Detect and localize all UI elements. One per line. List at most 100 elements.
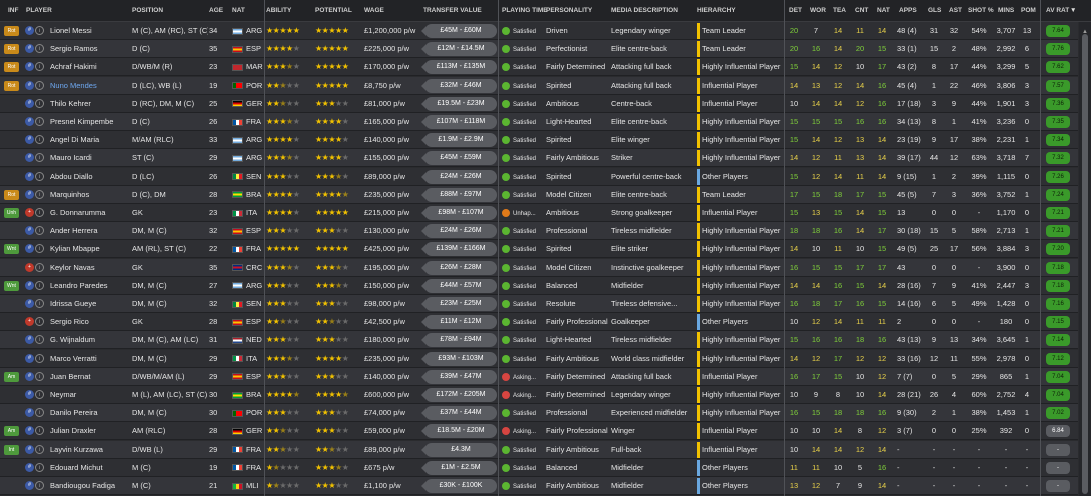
player-name[interactable]: Layvin Kurzawa (50, 441, 132, 459)
col-cnt[interactable]: CNT (855, 0, 868, 22)
info-icon[interactable]: i (35, 135, 44, 145)
col-shot[interactable]: SHOT % (968, 0, 994, 22)
transfer-value[interactable]: £4.3M (421, 442, 497, 457)
transfer-value[interactable]: £24M - £26M (421, 224, 497, 239)
info-icon[interactable]: i (35, 80, 44, 90)
table-row[interactable]: # i G. Wijnaldum DM, M (C), AM (LC) 31 NED ★★★… (0, 331, 1078, 350)
table-row[interactable]: # i Danilo Pereira DM, M (C) 30 POR ★★★★★ ★★★★★… (0, 404, 1078, 423)
info-icon[interactable]: i (35, 335, 44, 345)
info-icon[interactable]: i (35, 189, 44, 199)
transfer-value[interactable]: £24M - £26M (421, 169, 497, 184)
player-name[interactable]: Neymar (50, 386, 132, 404)
status-badge[interactable]: Rot (4, 62, 19, 73)
player-name[interactable]: Sergio Rico (50, 313, 132, 331)
transfer-value[interactable]: £45M - £59M (421, 151, 497, 166)
player-name[interactable]: Danilo Pereira (50, 404, 132, 422)
table-row[interactable]: # i Presnel Kimpembe D (C) 26 FRA ★★★★★ ★★★★★ £1… (0, 113, 1078, 131)
transfer-value[interactable]: £1.9M - £2.9M (421, 133, 497, 148)
transfer-value[interactable]: £172M - £205M (421, 388, 497, 402)
col-media-description[interactable]: MEDIA DESCRIPTION (611, 0, 678, 22)
table-row[interactable]: # i Edouard Michut M (C) 19 FRA ★★★★★ ★★★★★ £675… (0, 458, 1078, 477)
transfer-value[interactable]: £98M - £107M (421, 206, 497, 220)
scrollbar-thumb[interactable] (1082, 34, 1088, 494)
transfer-value[interactable]: £12M - £14.5M (421, 42, 497, 57)
info-icon[interactable]: i (35, 98, 44, 108)
info-icon[interactable]: i (35, 444, 44, 454)
info-icon[interactable]: i (35, 426, 44, 436)
transfer-value[interactable]: £139M - £166M (421, 242, 497, 257)
table-row[interactable]: # i Bandiougou Fadiga M (C) 21 MLI ★★★★★ ★★★★★ £… (0, 477, 1078, 495)
table-row[interactable]: + i Keylor Navas GK 35 CRC ★★★★★ ★★★★★ £195,000 … (0, 258, 1078, 277)
col-gls[interactable]: GLS (928, 0, 941, 22)
player-name[interactable]: Kylian Mbappe (50, 240, 132, 258)
player-name[interactable]: Thilo Kehrer (50, 95, 132, 113)
player-name[interactable]: G. Donnarumma (50, 204, 132, 222)
info-icon[interactable]: i (35, 44, 44, 54)
col-inf[interactable]: INF (8, 0, 18, 22)
player-name[interactable]: Angel Di Maria (50, 131, 132, 149)
player-name[interactable]: G. Wijnaldum (50, 331, 132, 349)
info-icon[interactable]: i (35, 226, 44, 236)
table-row[interactable]: Rot # i Achraf Hakimi D/WB/M (R) 23 MAR ★★★★★ ★★… (0, 58, 1078, 77)
player-name[interactable]: Abdou Diallo (50, 168, 132, 186)
status-badge[interactable]: Rot (4, 26, 19, 36)
table-row[interactable]: # i Mauro Icardi ST (C) 29 ARG ★★★★★ ★★★★★ £155,… (0, 149, 1078, 168)
table-row[interactable]: Int # i Layvin Kurzawa D/WB (L) 29 FRA ★★★★★ ★★★… (0, 440, 1078, 459)
col-nat[interactable]: NAT (232, 0, 245, 22)
status-badge[interactable]: Am (4, 371, 19, 382)
col-apps[interactable]: APPS (899, 0, 917, 22)
table-row[interactable]: Rot # i Nuno Mendes D (LC), WB (L) 19 POR ★★★★★… (0, 76, 1078, 95)
transfer-value[interactable]: £32M - £46M (421, 78, 497, 93)
status-badge[interactable]: Am (4, 426, 19, 437)
player-name[interactable]: Edouard Michut (50, 459, 132, 477)
table-row[interactable]: # i Neymar M (L), AM (LC), ST (C) 30 BRA ★★★★★… (0, 386, 1078, 404)
info-icon[interactable]: i (35, 390, 44, 399)
status-badge[interactable]: Rot (4, 44, 19, 55)
transfer-value[interactable]: £44M - £57M (421, 278, 497, 293)
col-pom[interactable]: POM (1021, 0, 1036, 22)
transfer-value[interactable]: £88M - £97M (421, 187, 497, 202)
table-row[interactable]: # i Thilo Kehrer D (RC), DM, M (C) 25 GER ★★★★… (0, 94, 1078, 113)
info-icon[interactable]: i (35, 408, 44, 418)
info-icon[interactable]: i (35, 317, 44, 327)
player-name[interactable]: Idrissa Gueye (50, 295, 132, 313)
player-name[interactable]: Nuno Mendes (50, 77, 132, 95)
info-icon[interactable]: i (35, 62, 44, 72)
col-ast[interactable]: AST (949, 0, 962, 22)
transfer-value[interactable]: £45M - £60M (421, 24, 497, 38)
col-ability[interactable]: ABILITY (266, 0, 291, 22)
col-nat-attr[interactable]: NAT (877, 0, 890, 22)
table-row[interactable]: Am # i Juan Bernat D/WB/M/AM (L) 29 ESP ★★★★★ ★★… (0, 367, 1078, 386)
col-det[interactable]: DET (789, 0, 802, 22)
transfer-value[interactable]: £30K - £100K (421, 479, 497, 493)
table-row[interactable]: # i Abdou Diallo D (LC) 26 SEN ★★★★★ ★★★★★ £89,0… (0, 167, 1078, 186)
transfer-value[interactable]: £26M - £28M (421, 260, 497, 275)
info-icon[interactable]: i (35, 353, 44, 363)
table-row[interactable]: Rot # i Lionel Messi M (C), AM (RC), ST (C) 3… (0, 22, 1078, 40)
status-badge[interactable]: Rot (4, 189, 19, 200)
status-badge[interactable]: Rot (4, 80, 19, 91)
transfer-value[interactable]: £37M - £44M (421, 406, 497, 421)
player-name[interactable]: Lionel Messi (50, 22, 132, 40)
col-potential[interactable]: POTENTIAL (315, 0, 352, 22)
player-name[interactable]: Sergio Ramos (50, 40, 132, 58)
player-name[interactable]: Julian Draxler (50, 422, 132, 440)
sort-desc-icon[interactable]: ▼ (1070, 0, 1076, 22)
transfer-value[interactable]: £113M - £135M (421, 60, 497, 75)
info-icon[interactable]: i (35, 153, 44, 163)
status-badge[interactable]: Unh (4, 208, 19, 218)
col-playing-time[interactable]: PLAYING TIME (502, 0, 548, 22)
vertical-scrollbar[interactable]: ▲ (1079, 22, 1091, 496)
transfer-value[interactable]: £93M - £103M (421, 351, 497, 366)
status-badge[interactable]: Int (4, 444, 19, 455)
player-name[interactable]: Keylor Navas (50, 259, 132, 277)
col-age[interactable]: AGE (209, 0, 223, 22)
transfer-value[interactable]: £107M - £118M (421, 115, 497, 129)
table-row[interactable]: Wnt # i Kylian Mbappe AM (RL), ST (C) 22 FRA ★★… (0, 240, 1078, 259)
info-icon[interactable]: i (35, 299, 44, 308)
status-badge[interactable]: Wnt (4, 280, 19, 291)
col-hierarchy[interactable]: HIERARCHY (697, 0, 736, 22)
col-mins[interactable]: MINS (998, 0, 1014, 22)
col-wor[interactable]: WOR (810, 0, 826, 22)
player-name[interactable]: Marquinhos (50, 186, 132, 204)
